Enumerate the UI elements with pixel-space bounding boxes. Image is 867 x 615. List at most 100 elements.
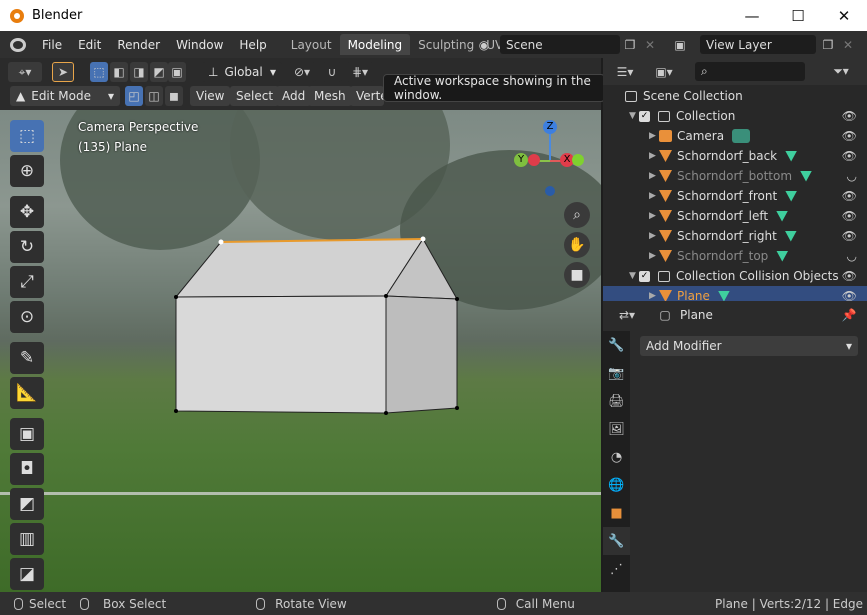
menu-view[interactable]: View: [190, 86, 231, 106]
mesh-data-icon[interactable]: [717, 290, 730, 302]
outliner-row[interactable]: ▶ Schorndorf_top ◡: [603, 246, 867, 266]
expand-arrow-icon[interactable]: ▼: [629, 271, 639, 281]
outliner-search-field[interactable]: ⌕: [695, 62, 805, 81]
visibility-eye-icon[interactable]: 👁: [842, 209, 857, 223]
visibility-eye-icon[interactable]: 👁: [842, 129, 857, 143]
menu-render[interactable]: Render: [109, 38, 168, 52]
menu-vertex[interactable]: Vertex: [350, 86, 384, 106]
mesh-data-icon[interactable]: [785, 150, 798, 162]
select-mode-intersect-icon[interactable]: ▣: [168, 62, 186, 82]
checkbox-icon[interactable]: ✓: [639, 270, 650, 282]
expand-arrow-icon[interactable]: ▶: [649, 291, 659, 301]
outliner-row[interactable]: ▶ Camera 👁: [603, 126, 867, 146]
select-mode-extend-icon[interactable]: ◧: [110, 62, 128, 82]
pin-icon[interactable]: 📌: [839, 305, 859, 324]
tab-layout[interactable]: Layout: [283, 34, 340, 55]
object-tab-icon[interactable]: ■: [603, 499, 630, 527]
extrude-tool-icon[interactable]: ▣: [10, 418, 44, 450]
visibility-eye-icon[interactable]: 👁: [842, 229, 857, 243]
snap-options-icon[interactable]: ⋕▾: [346, 62, 374, 82]
loop-cut-tool-icon[interactable]: ▥: [10, 523, 44, 555]
gizmo-z-axis[interactable]: Z: [543, 120, 557, 134]
scene-copy-icon[interactable]: ❐: [620, 35, 640, 54]
output-tab-icon[interactable]: 🖨: [603, 387, 630, 415]
cursor-tool-icon[interactable]: ⊕: [10, 155, 44, 187]
minimize-button[interactable]: —: [729, 0, 775, 31]
visibility-eye-icon[interactable]: 👁: [842, 149, 857, 163]
menu-file[interactable]: File: [34, 38, 70, 52]
visibility-eye-icon[interactable]: ◡: [847, 169, 857, 183]
inset-tool-icon[interactable]: ◘: [10, 453, 44, 485]
scene-name-field[interactable]: Scene: [500, 35, 620, 54]
outliner-row[interactable]: ▶ Schorndorf_front 👁: [603, 186, 867, 206]
expand-arrow-icon[interactable]: ▶: [649, 131, 659, 141]
checkbox-icon[interactable]: ✓: [639, 110, 650, 122]
scene-tab-icon[interactable]: ◔: [603, 443, 630, 471]
modifier-tab-icon[interactable]: 🔧: [603, 527, 630, 555]
tab-sculpting[interactable]: Sculpting: [410, 34, 482, 55]
filter-icon[interactable]: ⏷▾: [825, 62, 857, 81]
scene-delete-icon[interactable]: ✕: [640, 35, 660, 54]
mesh-data-icon[interactable]: [800, 170, 813, 182]
mesh-data-icon[interactable]: [776, 210, 789, 222]
mode-dropdown[interactable]: ▲ Edit Mode ▾: [10, 86, 120, 106]
zoom-icon[interactable]: ⌕: [564, 202, 590, 228]
expand-arrow-icon[interactable]: ▶: [649, 151, 659, 161]
view-layer-field[interactable]: View Layer: [700, 35, 816, 54]
expand-arrow-icon[interactable]: ▶: [649, 171, 659, 181]
menu-help[interactable]: Help: [231, 38, 274, 52]
expand-arrow-icon[interactable]: ▼: [629, 111, 639, 121]
menu-edit[interactable]: Edit: [70, 38, 109, 52]
close-button[interactable]: ✕: [821, 0, 867, 31]
maximize-button[interactable]: ☐: [775, 0, 821, 31]
tab-modeling[interactable]: Modeling: [339, 34, 411, 55]
select-mode-new-icon[interactable]: ⬚: [90, 62, 108, 82]
gizmo-neg-x[interactable]: [572, 154, 584, 166]
visibility-eye-icon[interactable]: 👁: [842, 269, 857, 283]
properties-editor-type-icon[interactable]: ⇄▾: [613, 305, 641, 324]
view-layer-copy-icon[interactable]: ❐: [818, 35, 838, 54]
expand-arrow-icon[interactable]: ▶: [649, 231, 659, 241]
render-tab-icon[interactable]: 📷: [603, 359, 630, 387]
outliner-row[interactable]: ▶ Schorndorf_left 👁: [603, 206, 867, 226]
navigation-gizmo[interactable]: Z Y X: [510, 118, 590, 208]
edge-select-icon[interactable]: ◫: [145, 86, 163, 106]
view-layer-tab-icon[interactable]: 🖼: [603, 415, 630, 443]
gizmo-neg-z[interactable]: [545, 186, 555, 196]
annotate-tool-icon[interactable]: ✎: [10, 342, 44, 374]
view-layer-delete-icon[interactable]: ✕: [838, 35, 858, 54]
outliner-row[interactable]: ▶ Schorndorf_back 👁: [603, 146, 867, 166]
menu-window[interactable]: Window: [168, 38, 231, 52]
outliner-row[interactable]: ▼ ✓ Collection Collision Objects 👁: [603, 266, 867, 286]
scale-tool-icon[interactable]: ⤢: [10, 266, 44, 298]
particles-tab-icon[interactable]: ⋰: [603, 555, 630, 583]
transform-orientation-dropdown[interactable]: ⊥ Global ▾: [202, 62, 282, 82]
pivot-point-icon[interactable]: ⊘▾: [288, 62, 316, 82]
visibility-eye-icon[interactable]: 👁: [842, 109, 857, 123]
select-mode-invert-icon[interactable]: ◩: [150, 62, 168, 82]
expand-arrow-icon[interactable]: ▶: [649, 191, 659, 201]
tool-tab-icon[interactable]: 🔧: [603, 331, 630, 359]
select-box-tool-icon[interactable]: ⬚: [10, 120, 44, 152]
vertex-select-icon[interactable]: ◰: [125, 86, 143, 106]
bevel-tool-icon[interactable]: ◩: [10, 488, 44, 520]
snap-toggle-icon[interactable]: ∪: [322, 62, 342, 82]
visibility-eye-icon[interactable]: 👁: [842, 189, 857, 203]
menu-select[interactable]: Select: [230, 86, 280, 106]
outliner-scene-collection[interactable]: Scene Collection: [603, 86, 867, 106]
scene-browse-icon[interactable]: ◉: [474, 35, 494, 54]
transform-tool-icon[interactable]: ⊙: [10, 301, 44, 333]
camera-data-icon[interactable]: [732, 129, 751, 143]
expand-arrow-icon[interactable]: ▶: [649, 251, 659, 261]
knife-tool-icon[interactable]: ◪: [10, 558, 44, 590]
outliner-editor-type-icon[interactable]: ☰▾: [611, 62, 639, 81]
outliner-row[interactable]: ▶ Schorndorf_right 👁: [603, 226, 867, 246]
menu-add[interactable]: Add: [276, 86, 312, 106]
outliner-row[interactable]: ▼ ✓ Collection 👁: [603, 106, 867, 126]
rotate-tool-icon[interactable]: ↻: [10, 231, 44, 263]
gizmo-y-axis[interactable]: Y: [514, 153, 528, 167]
expand-arrow-icon[interactable]: ▶: [649, 211, 659, 221]
add-modifier-dropdown[interactable]: Add Modifier ▾: [640, 336, 858, 356]
measure-tool-icon[interactable]: 📐: [10, 377, 44, 409]
mesh-data-icon[interactable]: [785, 190, 798, 202]
